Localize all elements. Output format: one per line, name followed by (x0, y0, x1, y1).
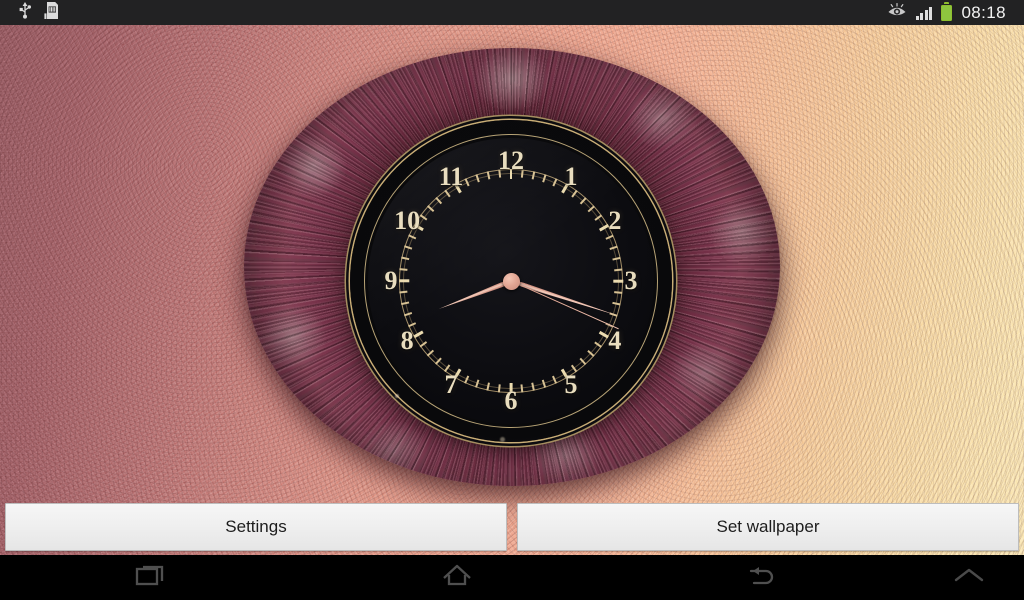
home-button[interactable] (305, 562, 610, 593)
recents-button[interactable] (0, 562, 305, 593)
battery-icon (941, 1, 953, 21)
set-wallpaper-button[interactable]: Set wallpaper (517, 503, 1019, 551)
home-icon (440, 562, 474, 593)
smart-stay-eye-icon (887, 2, 907, 23)
hour-hand (437, 279, 512, 312)
device-screen: 12 1 2 3 4 5 6 7 8 9 10 11 08:18 Setting… (0, 0, 1024, 600)
bezel-highlight-dot-2 (500, 437, 505, 442)
chevron-up-icon (952, 565, 986, 590)
usb-icon (18, 1, 32, 24)
navigation-bar (0, 555, 1024, 600)
settings-button[interactable]: Settings (5, 503, 507, 551)
wallpaper-action-bar: Settings Set wallpaper (0, 503, 1024, 551)
minute-hand (510, 279, 618, 318)
status-bar[interactable]: 08:18 (0, 0, 1024, 25)
signal-bars-icon (915, 6, 933, 20)
status-bar-clock: 08:18 (961, 2, 1006, 22)
clock-dial: 12 1 2 3 4 5 6 7 8 9 10 11 (368, 138, 654, 424)
back-button[interactable] (609, 562, 914, 593)
recents-icon (135, 562, 169, 593)
clock-center-hub (502, 272, 520, 290)
expand-chevron-button[interactable] (914, 565, 1024, 590)
wall-clock: 12 1 2 3 4 5 6 7 8 9 10 11 (232, 38, 792, 500)
status-bar-left-icons (8, 1, 59, 24)
back-icon (745, 562, 779, 593)
second-hand (510, 280, 620, 330)
sd-card-icon (44, 1, 59, 24)
clock-hands (368, 138, 654, 424)
status-bar-right-icons: 08:18 (887, 1, 1016, 23)
